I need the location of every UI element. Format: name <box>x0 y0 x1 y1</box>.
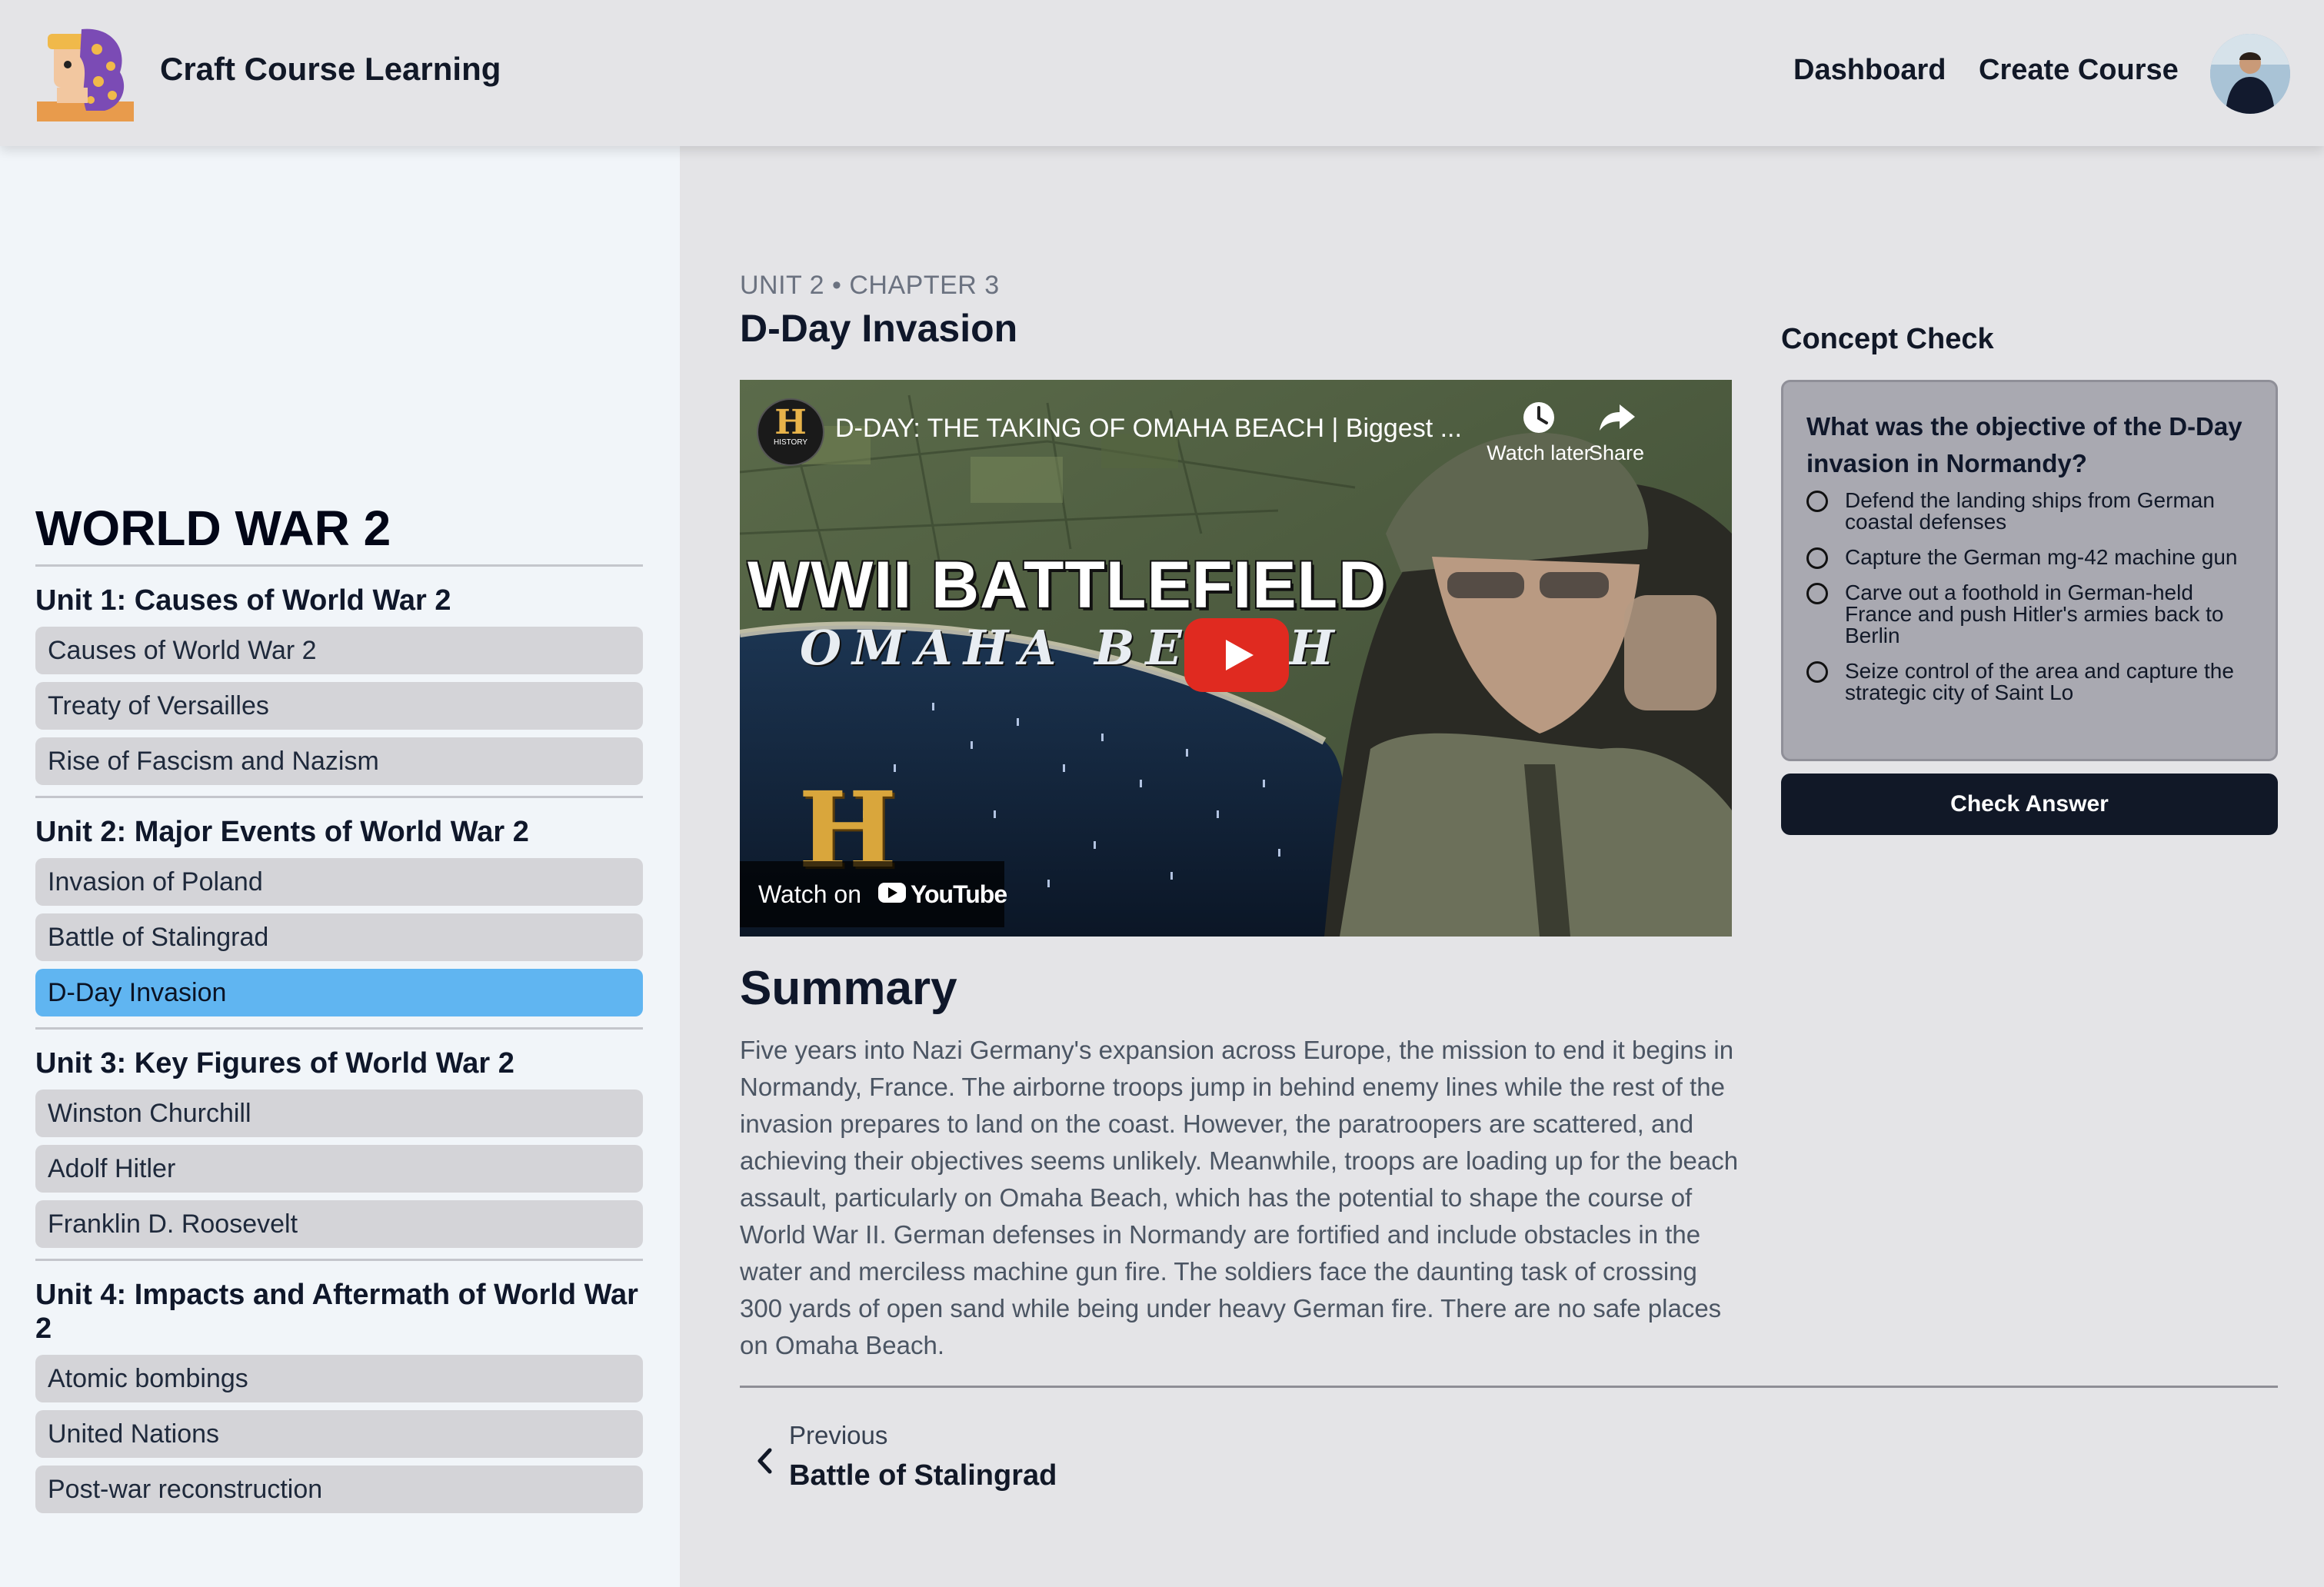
chapter-item[interactable]: Winston Churchill <box>35 1090 643 1137</box>
chapter-item[interactable]: Treaty of Versailles <box>35 682 643 730</box>
share-label: Share <box>1588 441 1645 464</box>
chapter-item[interactable]: Post-war reconstruction <box>35 1466 643 1513</box>
unit-title: Unit 1: Causes of World War 2 <box>35 584 451 617</box>
concept-check-card: What was the objective of the D-Day inva… <box>1781 380 2278 761</box>
chapter-item[interactable]: Atomic bombings <box>35 1355 643 1402</box>
quiz-option[interactable]: Capture the German mg-42 machine gun <box>1806 545 2252 569</box>
previous-label: Previous <box>789 1421 888 1449</box>
radio-button[interactable] <box>1806 661 1828 683</box>
course-title: WORLD WAR 2 <box>35 501 391 556</box>
quiz-option[interactable]: Defend the landing ships from German coa… <box>1806 490 2252 533</box>
divider <box>740 1386 2278 1388</box>
radio-button[interactable] <box>1806 547 1828 569</box>
breadcrumb: UNIT 2 • CHAPTER 3 <box>740 271 1000 300</box>
top-navbar: Craft Course Learning Dashboard Create C… <box>0 0 2324 146</box>
previous-chapter-title: Battle of Stalingrad <box>789 1459 1057 1492</box>
unit-section: Unit 4: Impacts and Aftermath of World W… <box>35 1259 643 1513</box>
play-icon <box>1226 640 1254 670</box>
video-player[interactable]: H HISTORY D-DAY: THE TAKING OF OMAHA BEA… <box>740 380 1732 937</box>
chapter-item[interactable]: Adolf Hitler <box>35 1145 643 1193</box>
quiz-option[interactable]: Seize control of the area and capture th… <box>1806 660 2252 704</box>
share-arrow-icon <box>1600 404 1635 431</box>
chapter-item[interactable]: Battle of Stalingrad <box>35 913 643 961</box>
brand-name[interactable]: Craft Course Learning <box>160 51 501 88</box>
thumbnail-title: WWII BATTLEFIELD <box>747 548 1387 622</box>
option-label: Carve out a foothold in German-held Fran… <box>1845 581 2224 647</box>
watch-on-label: Watch on <box>758 880 861 908</box>
chapter-item[interactable]: United Nations <box>35 1410 643 1458</box>
concept-check-heading: Concept Check <box>1781 323 1994 355</box>
summary-text: Five years into Nazi Germany's expansion… <box>740 1036 1739 1359</box>
youtube-logo-icon <box>878 883 906 903</box>
unit-list: Unit 1: Causes of World War 2 Causes of … <box>35 564 643 1524</box>
nav-create-course-link[interactable]: Create Course <box>1979 54 2179 87</box>
logo-icon[interactable] <box>37 26 134 121</box>
unit-section: Unit 1: Causes of World War 2 Causes of … <box>35 564 643 785</box>
unit-title: Unit 2: Major Events of World War 2 <box>35 816 529 848</box>
quiz-question: What was the objective of the D-Day inva… <box>1806 412 2242 477</box>
chevron-left-icon <box>757 1448 772 1474</box>
option-label: Capture the German mg-42 machine gun <box>1845 545 2238 569</box>
user-avatar-icon[interactable] <box>2210 34 2290 114</box>
check-answer-button[interactable]: Check Answer <box>1781 774 2278 835</box>
unit-section: Unit 3: Key Figures of World War 2 Winst… <box>35 1027 643 1248</box>
unit-title: Unit 3: Key Figures of World War 2 <box>35 1047 514 1080</box>
radio-button[interactable] <box>1806 583 1828 604</box>
unit-title: Unit 4: Impacts and Aftermath of World W… <box>35 1279 638 1345</box>
video-title-link[interactable]: D-DAY: THE TAKING OF OMAHA BEACH | Bigge… <box>835 414 1466 444</box>
summary-heading: Summary <box>740 962 957 1015</box>
quiz-option[interactable]: Carve out a foothold in German-held Fran… <box>1806 582 2252 647</box>
nav-dashboard-link[interactable]: Dashboard <box>1793 54 1946 87</box>
watch-on-youtube-button[interactable]: Watch on YouTube <box>740 861 1007 927</box>
chapter-title: D-Day Invasion <box>740 307 1018 350</box>
course-sidebar: WORLD WAR 2 Unit 1: Causes of World War … <box>0 146 680 1587</box>
chapter-item[interactable]: Franklin D. Roosevelt <box>35 1200 643 1248</box>
youtube-wordmark: YouTube <box>911 880 1007 908</box>
chapter-item[interactable]: Invasion of Poland <box>35 858 643 906</box>
chapter-item[interactable]: Rise of Fascism and Nazism <box>35 737 643 785</box>
option-label: Defend the landing ships from German coa… <box>1845 488 2215 534</box>
chapter-item-active[interactable]: D-Day Invasion <box>35 969 643 1016</box>
option-label: Seize control of the area and capture th… <box>1845 659 2234 704</box>
play-button[interactable] <box>1184 618 1289 692</box>
unit-section: Unit 2: Major Events of World War 2 Inva… <box>35 796 643 1016</box>
chapter-item[interactable]: Causes of World War 2 <box>35 627 643 674</box>
radio-button[interactable] <box>1806 491 1828 512</box>
share-button[interactable]: Share <box>1573 398 1660 465</box>
channel-avatar-icon[interactable]: H HISTORY <box>757 398 824 466</box>
